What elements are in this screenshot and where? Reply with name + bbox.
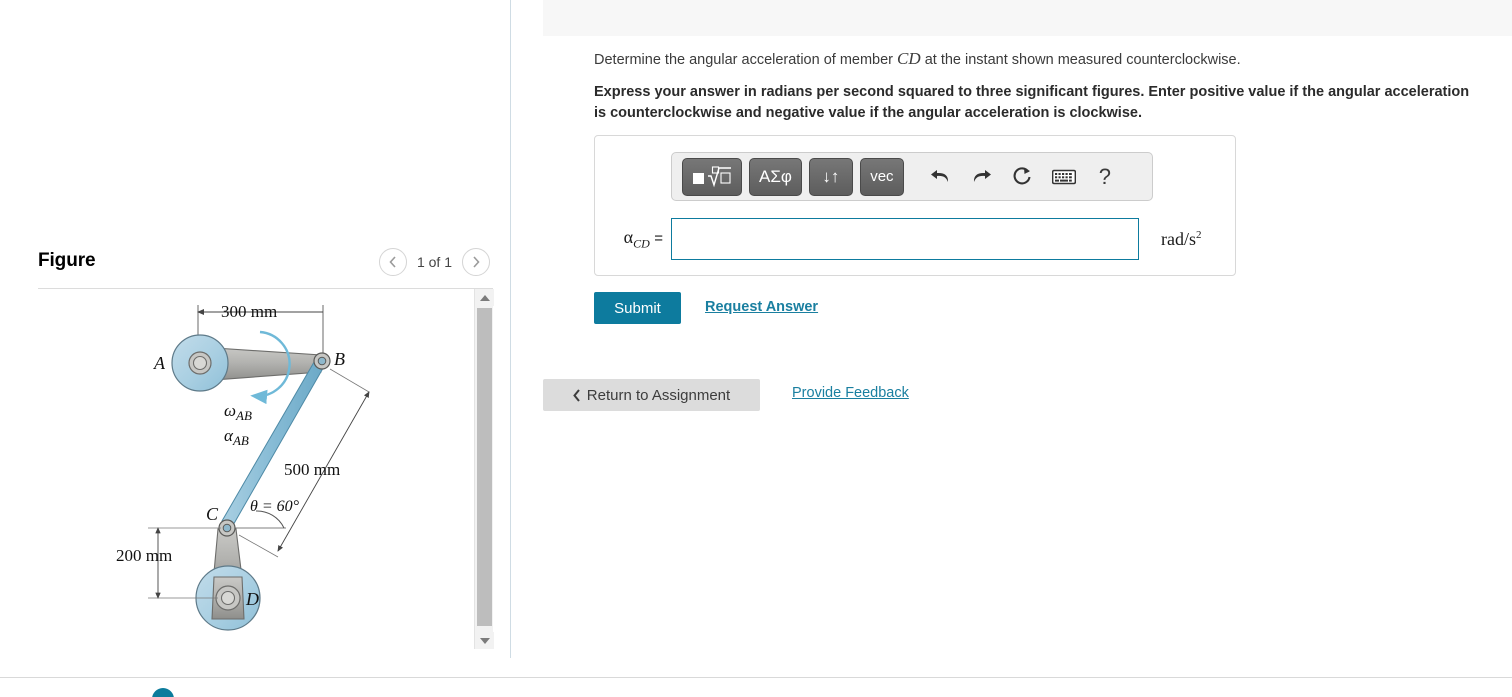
label-D: D [245, 589, 259, 609]
return-to-assignment-button[interactable]: Return to Assignment [543, 379, 760, 411]
figure-title: Figure [38, 250, 96, 271]
figure-pager: 1 of 1 [378, 248, 490, 276]
prompt-math-cd: CD [897, 49, 921, 68]
math-script-button[interactable]: ↓↑ [808, 157, 853, 196]
math-toolbar: ΑΣφ ↓↑ vec ? [671, 152, 1153, 201]
answer-variable-label: αCD = [595, 227, 671, 252]
math-greek-button[interactable]: ΑΣφ [749, 157, 802, 196]
help-question-mark-icon: ? [1098, 163, 1111, 189]
prompt-text-pre: Determine the angular acceleration of me… [594, 52, 898, 68]
figure-page-label: 1 of 1 [416, 254, 452, 270]
math-vector-label: vec [870, 168, 894, 185]
answer-units-text: rad/s [1161, 228, 1196, 249]
bottom-divider [0, 677, 1512, 678]
math-template-button[interactable] [682, 157, 742, 196]
redo-arrow-icon [974, 170, 992, 182]
angle-label: θ = 60° [250, 498, 300, 515]
answer-variable: α [623, 226, 634, 247]
scroll-down-button[interactable] [475, 632, 494, 649]
figure-prev-button[interactable] [378, 248, 407, 276]
dim-300-label: 300 mm [221, 302, 277, 321]
math-script-label: ↓↑ [822, 166, 840, 186]
label-A: A [153, 353, 166, 373]
answer-card: ΑΣφ ↓↑ vec ? αCD = rad/s2 [594, 135, 1236, 276]
figure-panel-header: Figure 1 of 1 [38, 248, 490, 288]
prompt-text-post: at the instant shown measured counterclo… [920, 52, 1241, 68]
problem-instruction: Express your answer in radians per secon… [594, 84, 1470, 121]
figure-next-button[interactable] [462, 248, 490, 276]
figure-viewport: 300 mm A ωAB αAB B 500 mm θ = 60° D C 20… [38, 289, 475, 649]
dim-500-label: 500 mm [284, 460, 340, 479]
label-C: C [206, 504, 219, 524]
keyboard-icon [1051, 169, 1076, 184]
top-band [543, 0, 1512, 36]
provide-feedback-link[interactable]: Provide Feedback [792, 385, 909, 401]
dim-200-label: 200 mm [116, 546, 172, 565]
omega-ab-label: ωAB [224, 401, 252, 423]
undo-arrow-icon [931, 170, 949, 182]
alpha-ab-label: αAB [224, 426, 249, 448]
scrollbar-thumb[interactable] [477, 308, 492, 626]
math-redo-button[interactable] [965, 160, 999, 194]
chevron-left-icon [389, 256, 396, 268]
math-greek-label: ΑΣφ [759, 166, 792, 186]
answer-units-exponent: 2 [1196, 228, 1202, 241]
chevron-left-icon [572, 388, 580, 402]
math-undo-button[interactable] [924, 160, 958, 194]
return-to-assignment-label: Return to Assignment [586, 386, 731, 404]
math-help-button[interactable]: ? [1088, 160, 1122, 194]
pane-divider [510, 0, 511, 658]
scroll-up-button[interactable] [475, 289, 494, 306]
answer-row: αCD = rad/s2 [595, 214, 1237, 264]
triangle-down-icon [479, 637, 490, 644]
reset-circular-arrow-icon [1013, 167, 1031, 185]
problem-prompt: Determine the angular acceleration of me… [594, 48, 1484, 71]
answer-input[interactable] [671, 218, 1139, 260]
bottom-status-dot[interactable] [152, 688, 174, 697]
figure-scrollbar[interactable] [474, 289, 494, 649]
submit-button[interactable]: Submit [594, 292, 681, 324]
page-root: Figure 1 of 1 300 mm A ωAB αAB B 500 mm … [0, 0, 1512, 697]
math-reset-button[interactable] [1006, 160, 1040, 194]
math-keyboard-button[interactable] [1047, 160, 1081, 194]
request-answer-link[interactable]: Request Answer [705, 299, 818, 315]
answer-variable-subscript: CD [633, 236, 650, 251]
template-sqrt-icon [693, 165, 731, 187]
chevron-right-icon [473, 256, 480, 268]
math-vector-button[interactable]: vec [859, 157, 904, 196]
triangle-up-icon [479, 294, 490, 301]
answer-equals: = [654, 229, 663, 247]
label-B: B [334, 349, 345, 369]
answer-units: rad/s2 [1161, 229, 1202, 250]
mechanism-diagram: 300 mm A ωAB αAB B 500 mm θ = 60° D C 20… [116, 302, 370, 631]
